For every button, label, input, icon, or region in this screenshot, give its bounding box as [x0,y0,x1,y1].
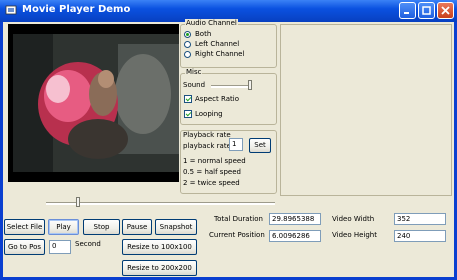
current-position-field: 6.0096286 [269,230,321,242]
looping-label[interactable]: Looping [195,110,223,119]
snapshot-button[interactable]: Snapshot [155,219,197,235]
playback-rate-input[interactable]: 1 [229,138,243,151]
maximize-icon[interactable] [418,2,435,19]
misc-label: Misc [185,68,203,77]
aspect-ratio-label[interactable]: Aspect Ratio [195,95,239,104]
window-title: Movie Player Demo [22,4,131,15]
pause-button[interactable]: Pause [122,219,152,235]
video-height-field: 240 [394,230,446,242]
main-window: Movie Player Demo Audio Channel Both Lef… [0,0,457,280]
go-to-seconds-input[interactable]: 0 [49,240,71,254]
radio-right-channel[interactable] [184,51,191,58]
sound-slider-thumb[interactable] [248,80,252,90]
resize-200-button[interactable]: Resize to 200x200 [122,260,197,276]
speed-help-half: 0.5 = half speed [183,168,241,176]
audio-channel-label: Audio Channel [185,19,238,28]
play-button[interactable]: Play [48,219,79,235]
seconds-label: Second [75,240,101,248]
speed-help-twice: 2 = twice speed [183,179,240,187]
aspect-ratio-checkbox[interactable] [184,95,192,103]
radio-left-channel-label[interactable]: Left Channel [195,40,239,49]
go-to-pos-button[interactable]: Go to Pos [4,239,45,255]
close-icon[interactable] [437,2,454,19]
video-frame-image [8,24,179,182]
playback-rate-group-label: Playback rate [183,131,231,139]
video-height-label: Video Height [332,231,377,239]
position-slider-track[interactable] [46,202,275,205]
position-slider-thumb[interactable] [76,197,80,207]
speed-help-normal: 1 = normal speed [183,157,246,165]
video-display[interactable] [8,24,179,182]
current-position-label: Current Position [209,231,265,239]
total-duration-field: 29.8965388 [269,213,321,225]
set-rate-button[interactable]: Set [249,138,271,153]
playback-rate-label: playback rate [183,142,231,150]
radio-right-channel-label[interactable]: Right Channel [195,50,244,59]
video-width-field: 352 [394,213,446,225]
minimize-icon[interactable] [399,2,416,19]
select-file-button[interactable]: Select File [4,219,45,235]
stop-button[interactable]: Stop [83,219,120,235]
right-panel [280,24,452,196]
sound-slider-track[interactable] [211,85,251,88]
total-duration-label: Total Duration [214,215,263,223]
sound-label: Sound [183,81,206,89]
video-width-label: Video Width [332,215,375,223]
radio-left-channel[interactable] [184,41,191,48]
resize-100-button[interactable]: Resize to 100x100 [122,239,197,255]
app-icon [5,5,17,15]
radio-both-label[interactable]: Both [195,30,211,39]
radio-both[interactable] [184,31,191,38]
looping-checkbox[interactable] [184,110,192,118]
